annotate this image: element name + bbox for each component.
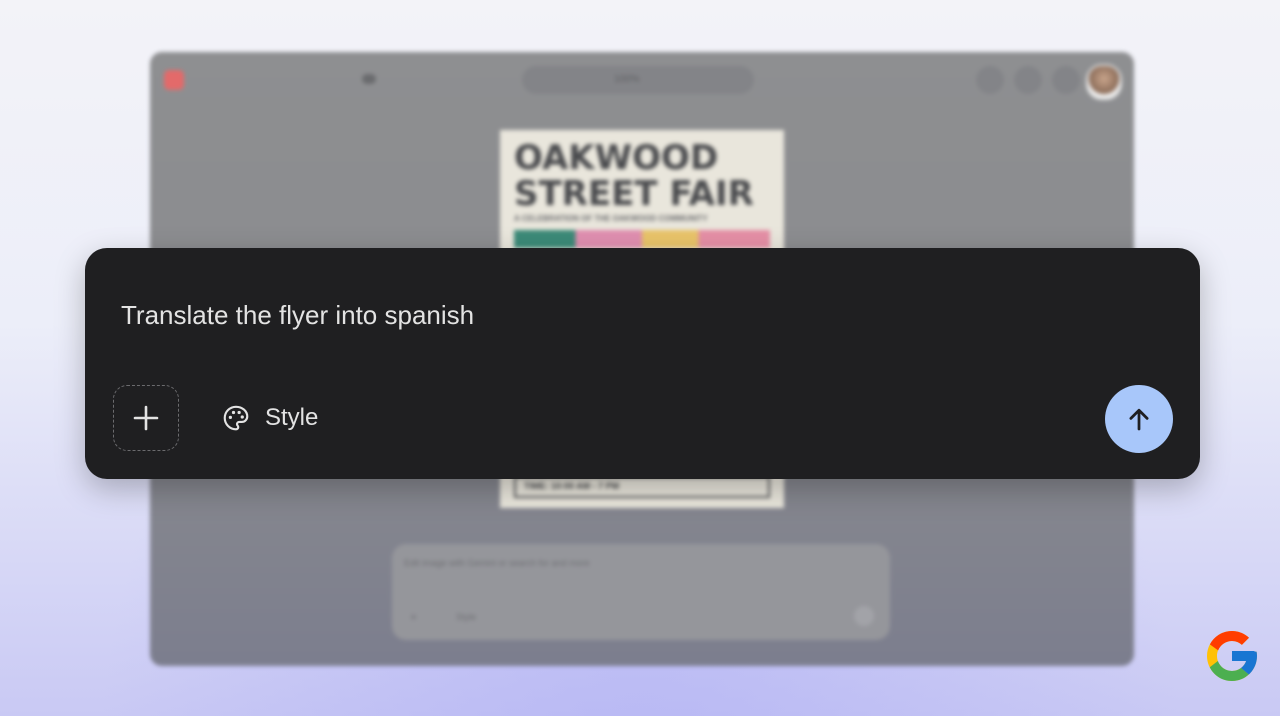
flyer-subtitle: A CELEBRATION OF THE OAKWOOD COMMUNITY: [514, 214, 708, 223]
flyer-time-text: TIME: 10:00 AM - 7 PM: [524, 481, 620, 491]
prompt-panel: Translate the flyer into spanish Style: [85, 248, 1200, 479]
flyer-title: OAKWOOD STREET FAIR: [514, 140, 754, 212]
background-send-icon: [854, 606, 874, 626]
background-toolbar-button: [1052, 66, 1080, 94]
plus-icon: [133, 405, 159, 431]
background-app-topbar: 100%: [150, 52, 1134, 108]
arrow-up-icon: [1129, 408, 1149, 431]
background-plus-icon: +: [410, 610, 418, 624]
flyer-title-line1: OAKWOOD: [514, 138, 719, 178]
background-style-label: Style: [456, 612, 477, 622]
send-button[interactable]: [1105, 385, 1173, 453]
zoom-level: 100%: [614, 74, 640, 85]
style-label: Style: [265, 404, 319, 431]
avatar: [1086, 64, 1122, 100]
google-logo: [1207, 631, 1257, 681]
cloud-icon: [362, 74, 376, 84]
prompt-input[interactable]: Translate the flyer into spanish: [121, 298, 474, 332]
background-toolbar: 100%: [522, 66, 754, 94]
background-prompt-box: Edit image with Gemini or search for and…: [392, 544, 890, 640]
background-toolbar-button: [976, 66, 1004, 94]
background-toolbar-button: [1014, 66, 1042, 94]
app-logo-icon: [164, 70, 184, 90]
add-attachment-button[interactable]: [113, 385, 179, 451]
flyer-illustration-band: [514, 230, 770, 248]
background-prompt-placeholder: Edit image with Gemini or search for and…: [404, 558, 590, 568]
flyer-time-box: TIME: 10:00 AM - 7 PM: [514, 476, 770, 498]
flyer-title-line2: STREET FAIR: [514, 174, 754, 214]
style-button[interactable]: Style: [221, 396, 318, 440]
palette-icon: [223, 405, 249, 431]
